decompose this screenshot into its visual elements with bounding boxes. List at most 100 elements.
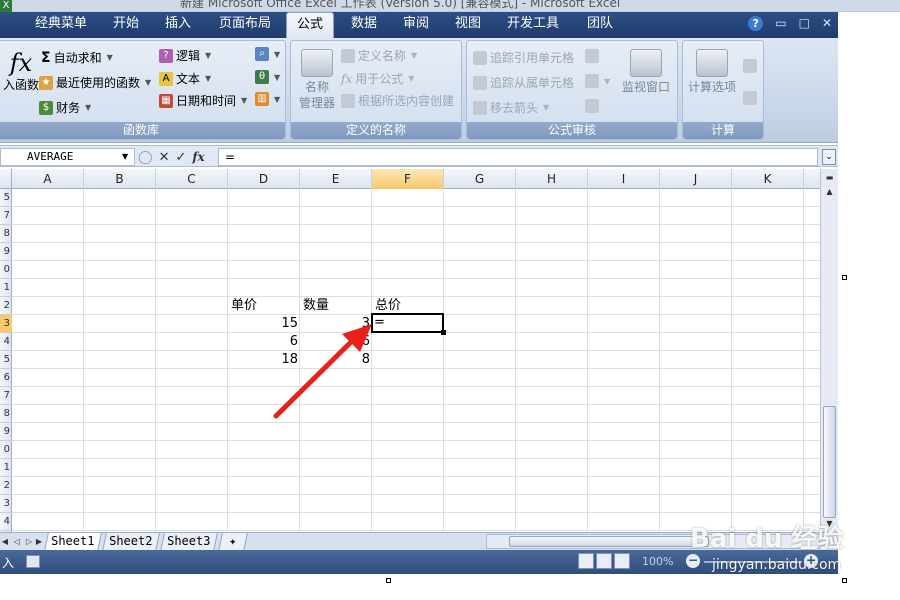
- tab-classic-menu[interactable]: 经典菜单: [24, 12, 98, 38]
- insert-sheet-button[interactable]: ✦: [218, 533, 248, 551]
- macro-record-icon[interactable]: [26, 555, 40, 568]
- tab-insert[interactable]: 插入: [156, 12, 200, 38]
- cell-d-value[interactable]: 15: [228, 315, 300, 333]
- sheet-tab-3[interactable]: Sheet3: [160, 533, 218, 551]
- calculate-sheet-button[interactable]: [743, 91, 757, 105]
- insert-function-icon[interactable]: fx: [192, 150, 204, 164]
- cancel-icon[interactable]: ✕: [159, 150, 170, 165]
- name-box[interactable]: AVERAGE: [0, 148, 135, 166]
- lookup-button[interactable]: ⌕ ▼: [255, 47, 280, 61]
- scroll-up-icon[interactable]: ▲: [823, 185, 836, 198]
- vertical-scrollbar[interactable]: ▬ ▲ ▼: [820, 169, 838, 532]
- close-icon[interactable]: ✕: [822, 16, 832, 34]
- tab-developer[interactable]: 开发工具: [500, 12, 566, 38]
- restore-icon[interactable]: □: [799, 16, 810, 34]
- insert-function-button[interactable]: fx 入函数: [1, 49, 41, 93]
- column-header-g[interactable]: G: [444, 169, 516, 189]
- autosum-button[interactable]: Σ 自动求和 ▼: [41, 49, 113, 66]
- row-header[interactable]: 2: [0, 297, 12, 315]
- row-header[interactable]: 0: [0, 441, 12, 459]
- vertical-scroll-thumb[interactable]: [823, 406, 836, 518]
- row-header[interactable]: 5: [0, 189, 12, 207]
- row-header[interactable]: 3: [0, 495, 12, 513]
- name-manager-button[interactable]: 名称 管理器: [295, 49, 339, 111]
- financial-button[interactable]: $ 财务 ▼: [39, 99, 91, 116]
- tab-review[interactable]: 审阅: [394, 12, 438, 38]
- math-button[interactable]: θ ▼: [255, 70, 280, 84]
- resize-handle-bottom[interactable]: [386, 578, 391, 583]
- row-header[interactable]: 8: [0, 225, 12, 243]
- cell-d-unit-price-header[interactable]: 单价: [228, 297, 300, 315]
- row-header[interactable]: 5: [0, 351, 12, 369]
- calculation-options-button[interactable]: 计算选项: [685, 49, 739, 95]
- row-header[interactable]: 1: [0, 279, 12, 297]
- show-formulas-button[interactable]: [585, 49, 599, 63]
- more-functions-button[interactable]: ▥ ▼: [255, 92, 280, 106]
- tab-formulas[interactable]: 公式: [286, 12, 334, 39]
- recent-functions-button[interactable]: ★ 最近使用的函数 ▼: [39, 74, 151, 91]
- active-cell-f[interactable]: =: [371, 313, 444, 333]
- column-header-c[interactable]: C: [156, 169, 228, 189]
- row-header[interactable]: 7: [0, 387, 12, 405]
- watch-window-button[interactable]: 监视窗口: [617, 49, 675, 95]
- column-header-j[interactable]: J: [660, 169, 732, 189]
- worksheet-grid[interactable]: ABCDEFGHIJK 5789012345678901234 单价 数量 总价 15…: [0, 169, 820, 532]
- evaluate-formula-button[interactable]: [585, 99, 599, 113]
- cell-d-value[interactable]: 6: [228, 333, 300, 351]
- page-layout-view-icon[interactable]: [596, 553, 612, 569]
- error-checking-button[interactable]: ▼: [585, 74, 610, 88]
- first-sheet-icon[interactable]: ◀: [0, 534, 10, 549]
- horizontal-scroll-thumb[interactable]: [509, 536, 709, 547]
- prev-sheet-icon[interactable]: ◁: [12, 534, 22, 549]
- resize-handle-right[interactable]: [842, 275, 847, 280]
- formula-input[interactable]: =: [218, 148, 818, 166]
- create-from-selection-button[interactable]: 根据所选内容创建: [341, 92, 454, 109]
- column-header-i[interactable]: I: [588, 169, 660, 189]
- column-header-b[interactable]: B: [84, 169, 156, 189]
- zoom-level[interactable]: 100%: [642, 555, 673, 568]
- tab-view[interactable]: 视图: [446, 12, 490, 38]
- column-header-k[interactable]: K: [732, 169, 804, 189]
- row-header[interactable]: 2: [0, 477, 12, 495]
- select-all-corner[interactable]: [0, 169, 12, 189]
- chevron-down-icon[interactable]: ▼: [122, 152, 128, 161]
- resize-handle-corner[interactable]: [842, 578, 847, 583]
- column-header-e[interactable]: E: [300, 169, 372, 189]
- row-header[interactable]: 9: [0, 423, 12, 441]
- cell-e-value[interactable]: 6: [300, 333, 372, 351]
- tab-team[interactable]: 团队: [578, 12, 622, 38]
- column-header-f[interactable]: F: [372, 169, 444, 189]
- help-icon[interactable]: ?: [748, 16, 764, 31]
- row-header[interactable]: 4: [0, 333, 12, 351]
- cell-area[interactable]: 单价 数量 总价 15 6 18 3 6 8 =: [12, 189, 820, 532]
- row-header[interactable]: 7: [0, 207, 12, 225]
- tab-data[interactable]: 数据: [342, 12, 386, 38]
- enter-check-icon[interactable]: ✓: [175, 150, 186, 165]
- row-header[interactable]: 9: [0, 243, 12, 261]
- define-name-button[interactable]: 定义名称 ▼: [341, 47, 417, 64]
- cell-e-value[interactable]: 3: [300, 315, 372, 333]
- scroll-split-icon[interactable]: ▬: [823, 171, 836, 184]
- expand-formula-bar-icon[interactable]: ⌄: [822, 149, 836, 165]
- column-header-h[interactable]: H: [516, 169, 588, 189]
- use-in-formula-button[interactable]: fx 用于公式 ▼: [341, 70, 414, 87]
- text-button[interactable]: A 文本 ▼: [159, 70, 211, 87]
- sheet-tab-2[interactable]: Sheet2: [102, 533, 160, 551]
- remove-arrows-button[interactable]: 移去箭头 ▼: [473, 99, 549, 116]
- column-header-d[interactable]: D: [228, 169, 300, 189]
- next-sheet-icon[interactable]: ▷: [24, 534, 34, 549]
- logical-button[interactable]: ? 逻辑 ▼: [159, 47, 211, 64]
- tab-home[interactable]: 开始: [104, 12, 148, 38]
- cell-d-value[interactable]: 18: [228, 351, 300, 369]
- row-header[interactable]: 8: [0, 405, 12, 423]
- row-header[interactable]: 6: [0, 369, 12, 387]
- row-header[interactable]: 0: [0, 261, 12, 279]
- trace-precedents-button[interactable]: 追踪引用单元格: [473, 49, 574, 66]
- zoom-out-icon[interactable]: −: [686, 554, 700, 568]
- page-break-view-icon[interactable]: [614, 553, 630, 569]
- row-header[interactable]: 1: [0, 459, 12, 477]
- fill-handle[interactable]: [441, 330, 446, 335]
- cell-e-value[interactable]: 8: [300, 351, 372, 369]
- column-header-a[interactable]: A: [12, 169, 84, 189]
- row-header[interactable]: 4: [0, 513, 12, 531]
